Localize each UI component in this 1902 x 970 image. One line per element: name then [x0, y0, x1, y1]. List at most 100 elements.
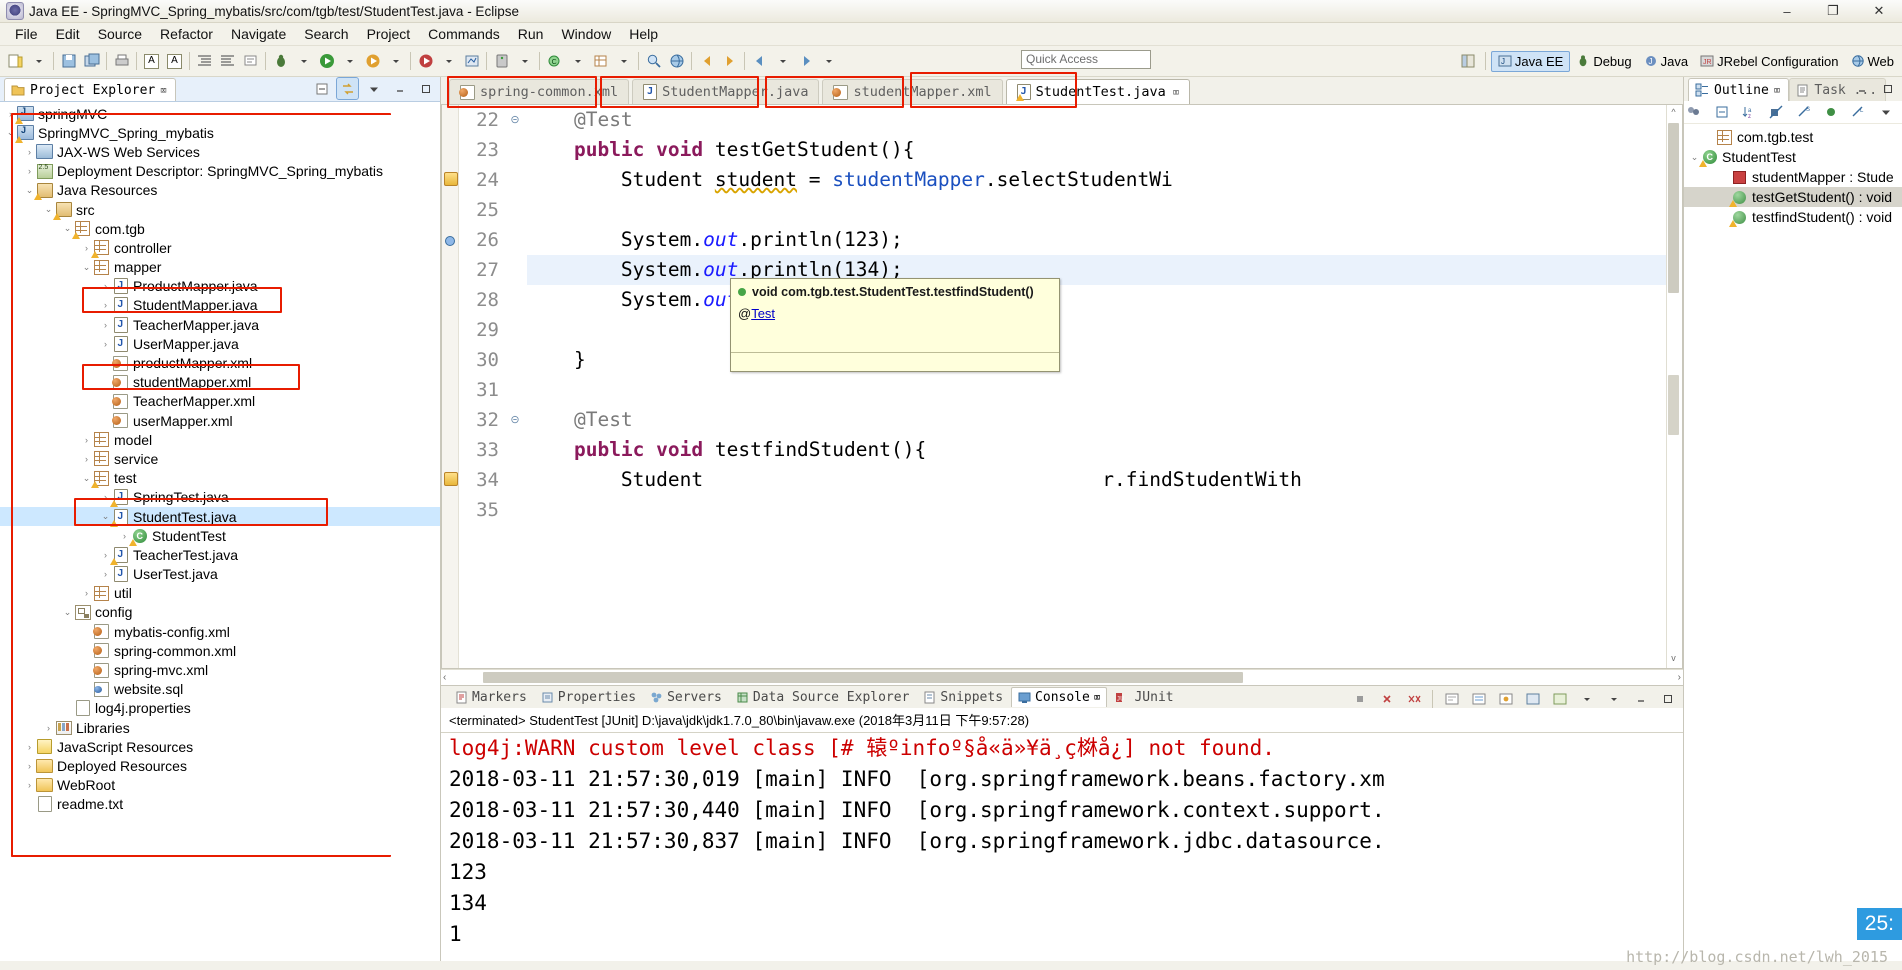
debug-dropdown-icon[interactable] — [293, 51, 314, 72]
tab-junit[interactable]: JU JUnit — [1109, 688, 1179, 707]
folding-ruler[interactable]: ⊝ ⊝ — [507, 105, 523, 668]
expand-arrow-icon[interactable]: › — [99, 320, 112, 330]
expand-arrow-icon[interactable]: › — [80, 454, 93, 464]
print-icon[interactable] — [111, 51, 132, 72]
fold-marker[interactable] — [507, 255, 523, 285]
tree-item[interactable]: ›website.sql — [0, 680, 440, 699]
hide-static-icon[interactable]: S — [1795, 102, 1813, 123]
terminate-icon[interactable] — [1349, 688, 1370, 709]
tree-item[interactable]: › StudentMapper.java — [0, 296, 440, 315]
minimize-button[interactable]: – — [1764, 0, 1810, 22]
minimize-view-icon[interactable] — [389, 78, 410, 99]
expand-arrow-icon[interactable]: ⌄ — [80, 262, 93, 273]
globe-icon[interactable] — [666, 51, 687, 72]
tree-item[interactable]: › Libraries — [0, 718, 440, 737]
hide-fields-icon[interactable] — [1767, 102, 1785, 123]
open-perspective-icon[interactable] — [1458, 51, 1479, 72]
menu-navigate[interactable]: Navigate — [222, 24, 295, 44]
sort-icon[interactable]: az — [1740, 102, 1758, 123]
menu-project[interactable]: Project — [358, 24, 420, 44]
marker-ruler[interactable] — [442, 105, 459, 668]
code-line[interactable]: public void testGetStudent(){ — [527, 135, 1666, 165]
line-marker[interactable] — [442, 315, 458, 345]
next-edit-icon[interactable] — [719, 51, 740, 72]
coverage-icon[interactable] — [415, 51, 436, 72]
tab-snippets[interactable]: Snippets — [917, 688, 1009, 707]
close-icon[interactable]: ⌧ — [1173, 86, 1180, 99]
line-marker[interactable] — [442, 165, 458, 195]
format-a2-icon[interactable]: A — [164, 51, 185, 72]
server-icon[interactable] — [491, 51, 512, 72]
fold-marker[interactable] — [507, 165, 523, 195]
open-console-icon[interactable] — [1549, 688, 1570, 709]
display-console-icon[interactable] — [1522, 688, 1543, 709]
fold-marker[interactable] — [507, 375, 523, 405]
expand-arrow-icon[interactable]: › — [80, 435, 93, 445]
close-button[interactable]: ✕ — [1856, 0, 1902, 22]
fold-marker[interactable] — [507, 225, 523, 255]
profile-icon[interactable] — [461, 51, 482, 72]
project-tree[interactable]: ›springMVC⌄SpringMVC_Spring_mybatis›JAX-… — [0, 102, 440, 961]
code-area[interactable]: 22 23 24 25 26 27 28 29 30 31 32 33 34 35 ⊝ ⊝ @Test pu… — [442, 105, 1666, 668]
run-external-dropdown-icon[interactable] — [385, 51, 406, 72]
run-dropdown-icon[interactable] — [339, 51, 360, 72]
tree-item[interactable]: ›studentMapper.xml — [0, 373, 440, 392]
code-line[interactable]: System.out.println(1); — [527, 285, 1666, 315]
scroll-up-arrow[interactable]: ^ — [1668, 107, 1679, 120]
fold-marker[interactable] — [507, 345, 523, 375]
remove-all-icon[interactable] — [1403, 688, 1424, 709]
console-output[interactable]: log4j:WARN custom level class [# 辕ºinfoº… — [441, 733, 1683, 961]
expand-arrow-icon[interactable]: › — [42, 723, 55, 733]
run-icon[interactable] — [316, 51, 337, 72]
open-console-dropdown-icon[interactable] — [1576, 688, 1597, 709]
code-editor[interactable]: 22 23 24 25 26 27 28 29 30 31 32 33 34 35 ⊝ ⊝ @Test pu… — [441, 104, 1683, 669]
menu-search[interactable]: Search — [295, 24, 357, 44]
editor-tab-studenttest-java[interactable]: StudentTest.java ⌧ — [1005, 79, 1191, 104]
code-line[interactable]: @Test — [527, 105, 1666, 135]
fold-marker[interactable] — [507, 195, 523, 225]
code-line[interactable]: public void testfindStudent(){ — [527, 435, 1666, 465]
tree-item[interactable]: ⌄ Java Resources — [0, 181, 440, 201]
outline-item[interactable]: ›testGetStudent() : void — [1684, 187, 1902, 207]
tree-item[interactable]: › TeacherMapper.java — [0, 315, 440, 334]
line-marker[interactable] — [442, 225, 458, 255]
tab-outline[interactable]: Outline ⌧ — [1688, 78, 1790, 101]
save-icon[interactable] — [58, 51, 79, 72]
fold-marker[interactable] — [507, 315, 523, 345]
tree-item[interactable]: ›log4j.properties — [0, 699, 440, 718]
tree-item[interactable]: ›spring-common.xml — [0, 641, 440, 660]
annotation-link[interactable]: Test — [751, 306, 775, 321]
hide-nonpublic-icon[interactable] — [1822, 102, 1840, 123]
menu-edit[interactable]: Edit — [47, 24, 89, 44]
line-marker[interactable] — [442, 435, 458, 465]
minimize-outline-icon[interactable] — [1851, 78, 1872, 99]
view-menu-icon[interactable] — [363, 78, 384, 99]
perspective-web[interactable]: Web — [1845, 52, 1901, 71]
back-icon[interactable] — [749, 51, 770, 72]
indent-icon[interactable] — [217, 51, 238, 72]
fold-marker[interactable] — [507, 435, 523, 465]
tree-item[interactable]: › Deployed Resources — [0, 756, 440, 775]
coverage-dropdown-icon[interactable] — [438, 51, 459, 72]
comment-icon[interactable] — [240, 51, 261, 72]
line-marker[interactable] — [442, 135, 458, 165]
expand-arrow-icon[interactable]: › — [80, 588, 93, 598]
tree-item[interactable]: › JAX-WS Web Services — [0, 142, 440, 161]
tree-item[interactable]: ⌄ com.tgb — [0, 219, 440, 239]
expand-arrow-icon[interactable]: › — [99, 281, 112, 291]
fold-marker[interactable]: ⊝ — [507, 105, 523, 135]
collapse-all-outline-icon[interactable] — [1712, 102, 1730, 123]
line-marker[interactable] — [442, 465, 458, 495]
tab-markers[interactable]: Markers — [449, 688, 533, 707]
quick-access-input[interactable]: Quick Access — [1021, 50, 1151, 69]
collapse-all-icon[interactable] — [311, 78, 332, 99]
back-dropdown-icon[interactable] — [772, 51, 793, 72]
tree-item[interactable]: ›TeacherMapper.xml — [0, 392, 440, 411]
expand-arrow-icon[interactable]: › — [23, 166, 36, 176]
tree-item[interactable]: ›StudentTest — [0, 526, 440, 546]
outline-item[interactable]: ›studentMapper : Stude — [1684, 167, 1902, 187]
expand-arrow-icon[interactable]: › — [99, 569, 112, 579]
fold-marker[interactable] — [507, 495, 523, 525]
tree-item[interactable]: ⌄ test — [0, 469, 440, 489]
code-line[interactable]: @Test — [527, 405, 1666, 435]
